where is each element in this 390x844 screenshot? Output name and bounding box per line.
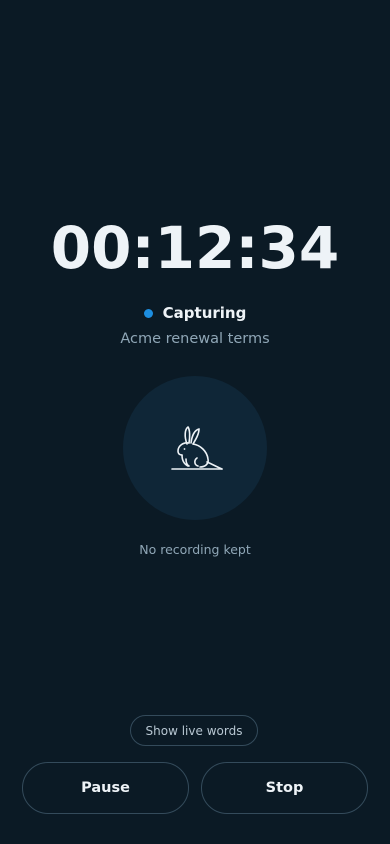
- pause-button[interactable]: Pause: [22, 762, 189, 814]
- capture-status: Capturing: [0, 302, 390, 324]
- stop-button[interactable]: Stop: [201, 762, 368, 814]
- mascot-badge: [123, 376, 267, 520]
- show-live-words-button[interactable]: Show live words: [130, 715, 258, 746]
- rabbit-icon: [171, 426, 223, 470]
- status-label: Capturing: [162, 304, 247, 322]
- status-dot-icon: [143, 308, 153, 318]
- elapsed-timer: 00:12:34: [50, 214, 340, 282]
- privacy-note: No recording kept: [139, 542, 251, 557]
- session-title: Acme renewal terms: [120, 331, 270, 347]
